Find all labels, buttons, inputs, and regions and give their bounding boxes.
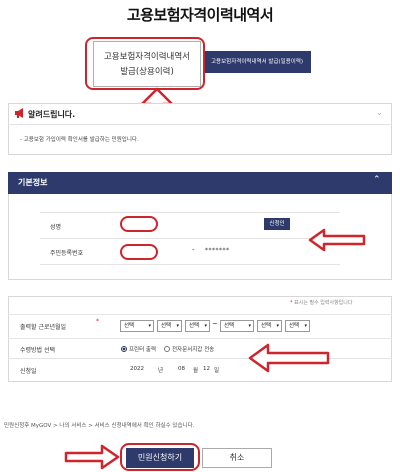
chevron-up-icon[interactable]: ⌃ — [373, 175, 381, 185]
period-label: 출력할 근로년월일 — [20, 324, 67, 331]
tab-daily-history[interactable]: 고용보험자격이력내역서 발급(일용이력) — [203, 51, 311, 73]
application-form-panel — [8, 296, 392, 382]
basic-info-header[interactable] — [8, 172, 392, 194]
annotation-arrow-left-icon — [308, 228, 366, 252]
footer-note: 민원신청후 MyGOV > 나의 서비스 > 서비스 신청내역에서 확인 하실수… — [4, 423, 195, 429]
cancel-button[interactable]: 취소 — [202, 448, 272, 468]
page-title: 고용보험자격이력내역서 — [126, 6, 274, 24]
annotation-highlight-name — [120, 216, 158, 232]
chevron-down-icon[interactable]: ⌄ — [376, 108, 383, 117]
radio-e-wallet-label[interactable]: 전자문서지갑 전송 — [172, 345, 214, 353]
rrn-dash: - — [192, 246, 195, 254]
end-year-select[interactable]: 선택 ▾ — [220, 320, 254, 332]
start-month-select[interactable]: 선택 ▾ — [157, 320, 182, 332]
divider — [40, 238, 340, 239]
name-label: 성명 — [50, 224, 62, 231]
annotation-arrow-right-icon — [64, 444, 120, 470]
annotation-highlight-tab — [85, 37, 205, 90]
required-star: * — [96, 318, 99, 325]
method-label: 수령방법 선택 — [20, 347, 56, 354]
date-month-unit: 월 — [193, 368, 199, 374]
radio-printer[interactable] — [121, 346, 127, 352]
notice-title: 알려드립니다. — [28, 110, 76, 119]
date-month: 08 — [178, 366, 185, 372]
divider — [40, 264, 340, 265]
date-day-unit: 일 — [214, 368, 220, 374]
divider — [8, 358, 392, 359]
required-note: * 표시는 필수 입력사항입니다 — [290, 300, 353, 306]
divider — [8, 338, 392, 339]
rrn-masked-value: ******* — [205, 247, 230, 254]
rrn-label: 주민등록번호 — [50, 250, 84, 257]
date-year-unit: 년 — [158, 368, 164, 374]
range-tilde: ~ — [212, 320, 218, 328]
annotation-arrow-left-icon — [248, 343, 330, 373]
verify-applicant-button[interactable]: 신청인 — [264, 218, 290, 230]
divider — [8, 314, 392, 315]
divider — [40, 212, 340, 213]
start-day-select[interactable]: 선택 ▾ — [185, 320, 210, 332]
notice-body: - 고용보험 가입이력 확인서를 발급하는 민원입니다. — [20, 137, 139, 143]
start-year-select[interactable]: 선택 ▾ — [120, 320, 154, 332]
radio-printer-label[interactable]: 프린터 출력 — [129, 345, 156, 353]
end-month-select[interactable]: 선택 ▾ — [257, 320, 282, 332]
date-label: 신청일 — [20, 368, 37, 375]
date-year: 2022 — [130, 366, 144, 372]
date-day: 12 — [203, 366, 210, 372]
annotation-highlight-rrn — [120, 244, 158, 260]
annotation-highlight-submit — [120, 443, 200, 471]
basic-info-title: 기본정보 — [18, 178, 48, 187]
end-day-select[interactable]: 선택 ▾ — [285, 320, 310, 332]
radio-e-wallet[interactable] — [164, 346, 170, 352]
megaphone-icon — [15, 108, 23, 118]
